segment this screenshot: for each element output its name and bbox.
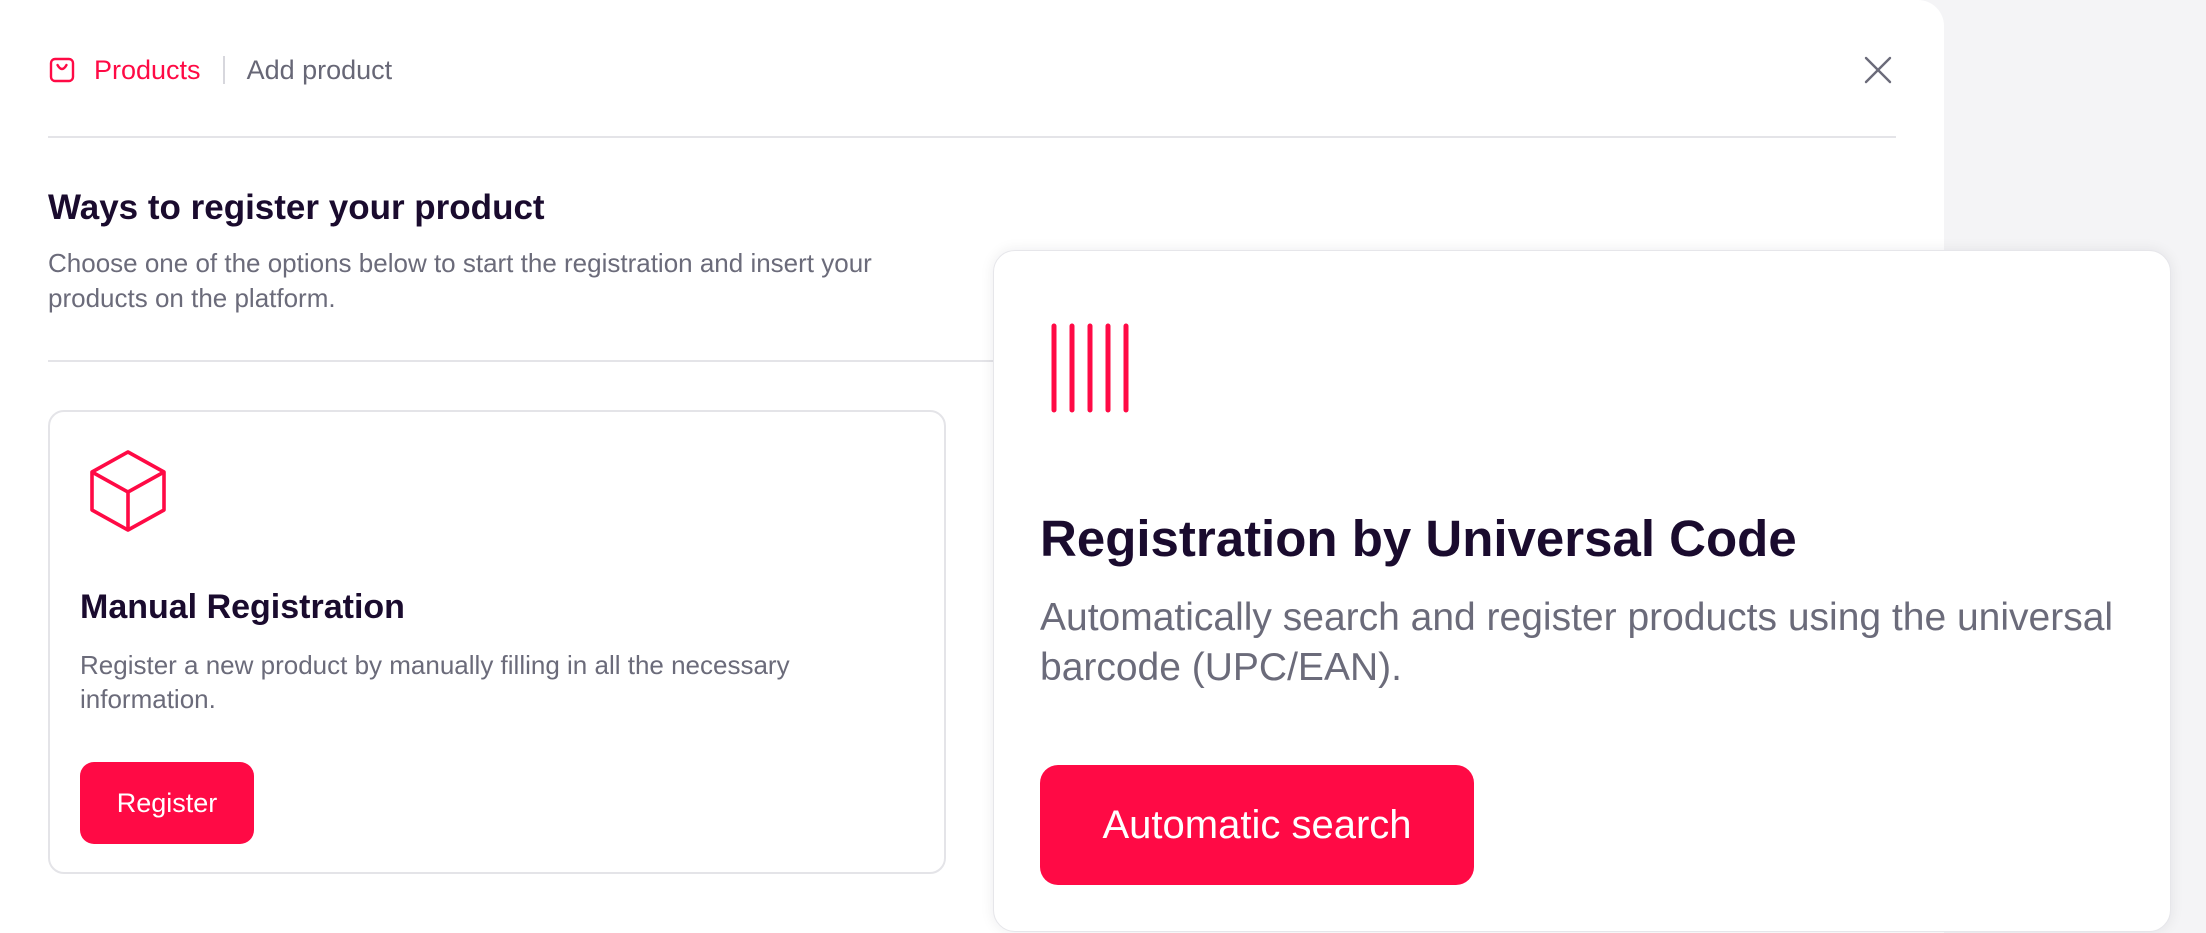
section-title: Ways to register your product (48, 188, 545, 227)
manual-registration-card: Manual Registration Register a new produ… (48, 410, 946, 874)
breadcrumb-separator (222, 56, 225, 84)
close-icon (1864, 56, 1892, 84)
header-divider (48, 136, 1896, 138)
breadcrumb-products-link[interactable]: Products (94, 55, 201, 86)
cube-icon (88, 448, 168, 534)
universal-code-title: Registration by Universal Code (1040, 510, 1797, 567)
modal-header: Products Add product (48, 48, 1896, 92)
barcode-icon (1051, 323, 1129, 413)
automatic-search-button[interactable]: Automatic search (1040, 765, 1474, 885)
section-divider (48, 360, 1048, 362)
register-button[interactable]: Register (80, 762, 254, 844)
manual-registration-description: Register a new product by manually filli… (80, 650, 790, 714)
universal-code-description: Automatically search and register produc… (1040, 596, 2114, 689)
universal-code-registration-card: Registration by Universal Code Automatic… (993, 250, 2171, 932)
manual-registration-title: Manual Registration (80, 588, 405, 626)
close-button[interactable] (1860, 52, 1896, 88)
shopping-bag-icon (48, 56, 76, 84)
section-description: Choose one of the options below to start… (48, 248, 872, 313)
breadcrumb-current-page: Add product (246, 54, 393, 85)
